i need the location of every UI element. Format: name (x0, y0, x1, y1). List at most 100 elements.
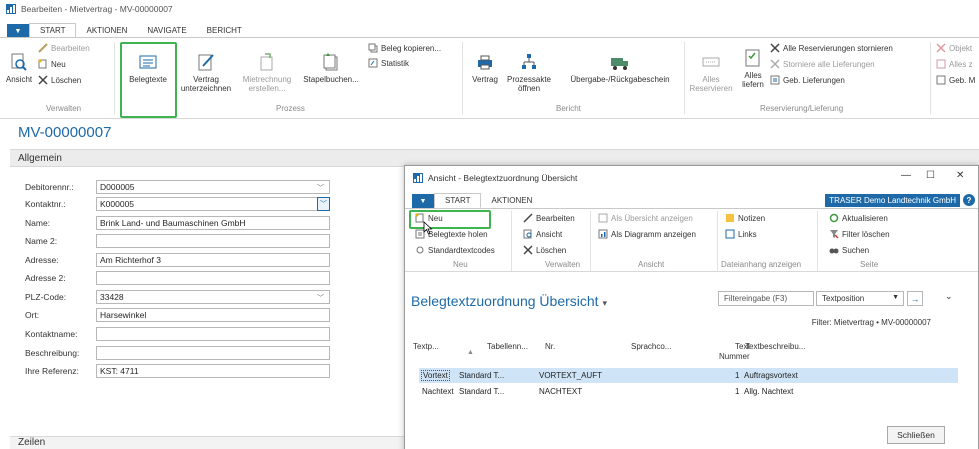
app-menu-button[interactable]: ▼ (7, 24, 29, 38)
maximize-icon[interactable]: ☐ (926, 170, 935, 181)
dialog-menu-button[interactable]: ▼ (412, 194, 434, 208)
statistics-icon (368, 58, 378, 68)
tab-start[interactable]: START (29, 23, 77, 38)
help-icon[interactable]: ? (963, 194, 975, 206)
stapelbuchen-button[interactable]: Stapelbuchen... (300, 52, 362, 84)
beleg-kopieren-button[interactable]: Beleg kopieren... (368, 43, 441, 53)
minimize-icon[interactable]: — (901, 170, 911, 181)
bearbeiten-button[interactable]: Bearbeiten (38, 43, 90, 53)
beschreibung-input[interactable] (96, 346, 330, 360)
als-diagramm-button[interactable]: Als Diagramm anzeigen (598, 229, 696, 239)
dialog-tab-start[interactable]: START (434, 193, 482, 208)
column-header-nummer: Nummer (719, 352, 750, 361)
field-ihre-referenz: Ihre Referenz: KST: 4711 (25, 364, 330, 378)
collapse-chevron-icon[interactable]: ⌄ (945, 291, 953, 302)
geb-m-button[interactable]: Geb. M (936, 75, 975, 85)
table-row[interactable]: Nachtext Standard T... NACHTEXT 1 Allg. … (419, 384, 958, 399)
neu-button[interactable]: Neu (38, 59, 66, 69)
alles-reservieren-label-1: Alles (702, 75, 720, 84)
field-value: Am Richterhof 3 (100, 255, 161, 265)
notizen-button[interactable]: Notizen (725, 213, 765, 223)
ort-input[interactable]: Harsewinkel (96, 308, 330, 322)
vertrag-drucken-button[interactable]: Vertrag (468, 52, 502, 84)
plz-input[interactable]: 33428 ﹀ (96, 290, 330, 304)
column-header-tabellenname[interactable]: Tabellenn... (487, 342, 528, 352)
column-header-sprachcode[interactable]: Sprachco... (631, 342, 671, 352)
binoculars-icon (829, 245, 839, 255)
sign-pen-icon (196, 52, 216, 72)
filter-field-select[interactable]: Textposition ▼ (816, 291, 904, 306)
links-label: Links (738, 229, 757, 239)
links-button[interactable]: Links (725, 229, 757, 239)
list-icon (936, 59, 946, 69)
storniere-lieferungen-label: Storniere alle Lieferungen (783, 59, 875, 69)
ansicht-button[interactable]: Ansicht (523, 229, 562, 239)
dialog-tab-aktionen[interactable]: AKTIONEN (481, 193, 542, 208)
field-label: Adresse 2: (25, 273, 66, 283)
ansicht-button[interactable]: Ansicht (4, 52, 34, 84)
field-label: Adresse: (25, 255, 59, 265)
list-title-chevron-icon[interactable]: ▾ (602, 298, 607, 308)
lookup-chevron-icon[interactable]: ﹀ (317, 197, 330, 211)
kontaktname-input[interactable] (96, 327, 330, 341)
list-title: Belegtextzuordnung Übersicht ▾ (411, 293, 607, 309)
truck-icon (610, 52, 630, 72)
chevron-down-icon[interactable]: ﹀ (317, 183, 324, 193)
filter-input[interactable]: Filtereingabe (F3) (718, 291, 814, 306)
alle-res-storn-label: Alle Reservierungen stornieren (783, 43, 893, 53)
tab-aktionen[interactable]: AKTIONEN (76, 23, 137, 38)
storniere-lieferungen-button[interactable]: Storniere alle Lieferungen (770, 59, 875, 69)
loeschen-button[interactable]: Löschen (38, 75, 81, 85)
field-label: Kontaktname: (25, 329, 78, 339)
dialog-group-label-dateianhang: Dateianhang anzeigen (721, 260, 802, 269)
alle-reservierungen-stornieren-button[interactable]: Alle Reservierungen stornieren (770, 43, 893, 53)
field-label: Beschreibung: (25, 348, 80, 358)
mietrechnung-label-2: erstellen... (248, 84, 286, 93)
als-uebersicht-button[interactable]: Als Übersicht anzeigen (598, 213, 693, 223)
view-doc-icon (9, 52, 29, 72)
geb-lieferungen-button[interactable]: Geb. Lieferungen (770, 75, 845, 85)
close-icon[interactable]: ✕ (956, 170, 964, 181)
debitorennr-input[interactable]: D000005 ﹀ (96, 180, 330, 194)
adresse-input[interactable]: Am Richterhof 3 (96, 253, 330, 267)
cell-nummer: 1 (735, 387, 740, 396)
aktualisieren-button[interactable]: Aktualisieren (829, 213, 888, 223)
uebergabe-rueckgabeschein-button[interactable]: Übergabe-/Rückgabeschein (560, 52, 680, 84)
alles-liefern-label-2: liefern (742, 80, 764, 89)
name-input[interactable]: Brink Land- und Baumaschinen GmbH (96, 216, 330, 230)
section-zeilen[interactable]: Zeilen (10, 436, 410, 449)
prozessakte-oeffnen-button[interactable]: Prozessakte öffnen (503, 52, 555, 93)
column-header-textbeschreibung[interactable]: Textbeschreibu... (745, 342, 805, 352)
filter-field-value: Textposition (822, 294, 865, 303)
geb-m-label: Geb. M (949, 75, 976, 85)
alles-z-button[interactable]: Alles z (936, 59, 973, 69)
column-header-nr[interactable]: Nr. (545, 342, 555, 352)
table-row[interactable]: Vortext Standard T... VORTEXT_AUFT 1 Auf… (419, 368, 958, 383)
filter-loeschen-button[interactable]: Filter löschen (829, 229, 890, 239)
bearbeiten-button[interactable]: Bearbeiten (523, 213, 575, 223)
adresse2-input[interactable] (96, 271, 330, 285)
standardtextcodes-button[interactable]: Standardtextcodes (415, 245, 495, 255)
prozessakte-label-2: öffnen (517, 84, 541, 93)
name2-input[interactable] (96, 234, 330, 248)
dialog-title-bar: Ansicht - Belegtextzuordnung Übersicht (405, 166, 978, 190)
vertrag-unterzeichnen-button[interactable]: Vertrag unterzeichnen (178, 52, 234, 93)
pencil-icon (38, 43, 48, 53)
filter-go-arrow-icon[interactable]: → (907, 291, 923, 306)
kontaktnr-input[interactable]: K000005 ﹀ (96, 197, 330, 211)
tab-bericht[interactable]: BERICHT (197, 23, 252, 38)
tab-navigate[interactable]: NAVIGATE (137, 23, 196, 38)
loeschen-button[interactable]: Löschen (523, 245, 566, 255)
objekt-button[interactable]: Objekt (936, 43, 972, 53)
mietrechnung-erstellen-button[interactable]: Mietrechnung erstellen... (238, 52, 296, 93)
cell-nr: VORTEXT_AUFT (539, 371, 602, 380)
alles-liefern-button[interactable]: Alles liefern (740, 48, 766, 89)
statistik-button[interactable]: Statistik (368, 58, 409, 68)
column-header-textp[interactable]: Textp... (413, 342, 439, 352)
suchen-button[interactable]: Suchen (829, 245, 869, 255)
chevron-down-icon[interactable]: ﹀ (317, 293, 324, 303)
ihre-referenz-input[interactable]: KST: 4711 (96, 364, 330, 378)
neu-label: Neu (51, 59, 66, 69)
alles-reservieren-button[interactable]: Alles Reservieren (689, 52, 733, 93)
schliessen-button[interactable]: Schließen (887, 426, 945, 444)
